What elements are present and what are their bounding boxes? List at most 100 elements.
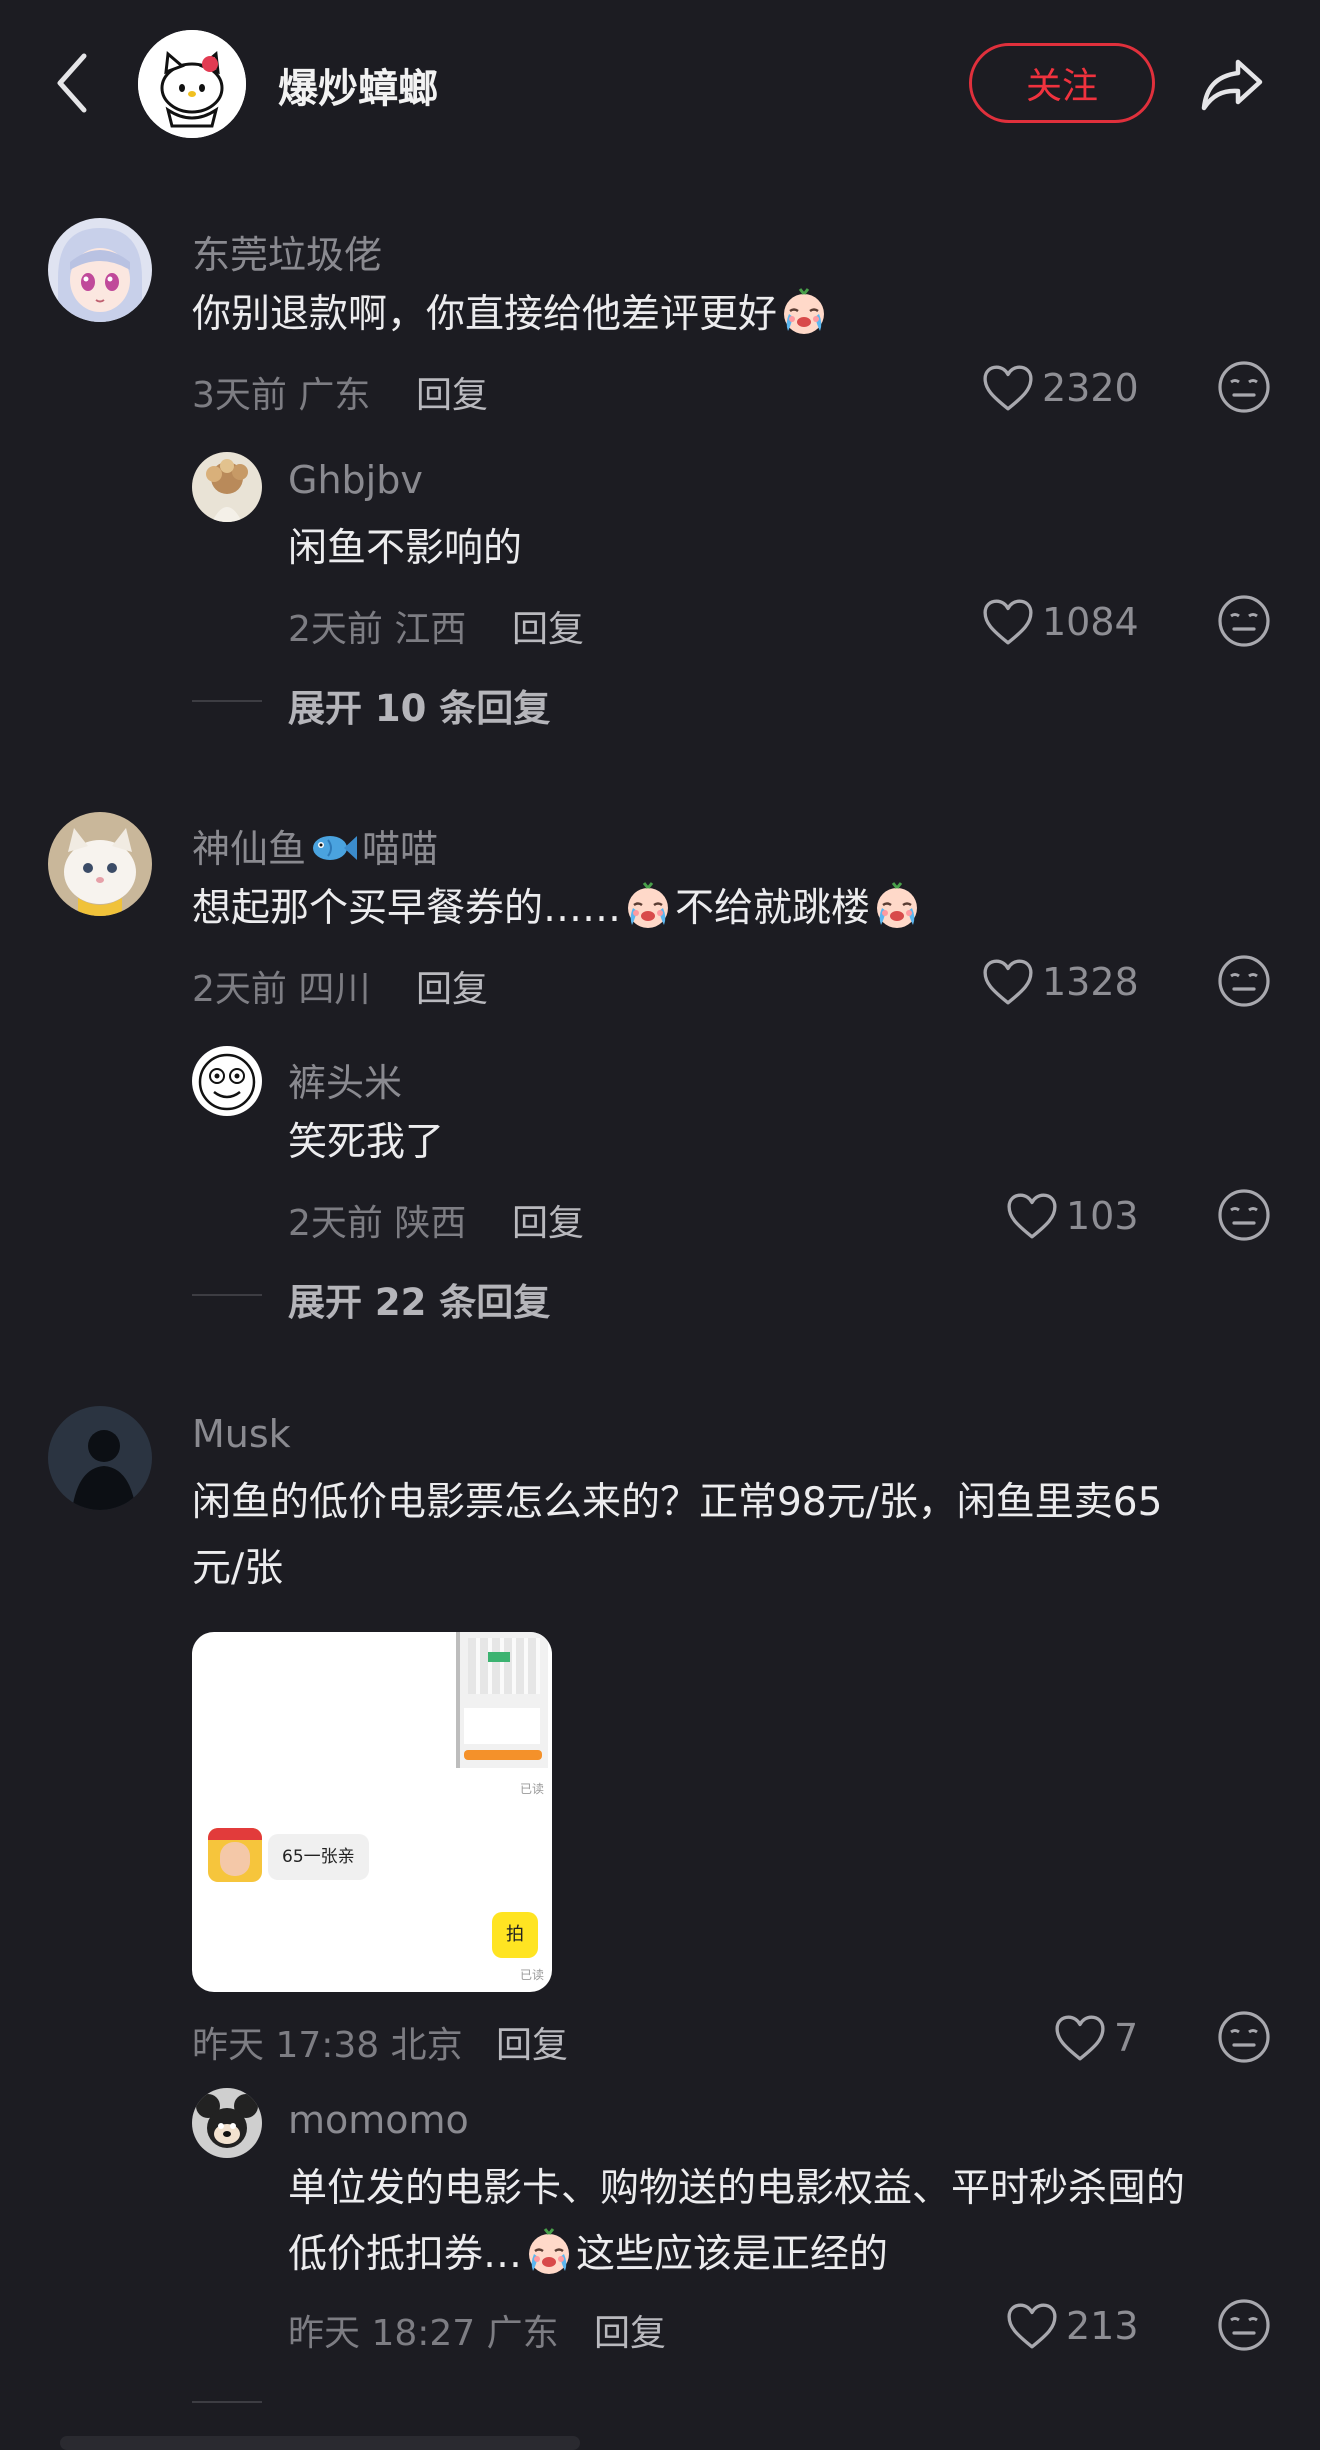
back-icon[interactable] bbox=[48, 48, 98, 118]
comment-location: 四川 bbox=[298, 969, 371, 1010]
reply-username[interactable]: 裤头米 bbox=[288, 1052, 402, 1107]
reaction-icon[interactable] bbox=[1217, 2298, 1271, 2352]
commenter-avatar[interactable] bbox=[48, 218, 152, 322]
like-button[interactable]: 103 bbox=[1006, 1188, 1139, 1244]
screenshot-thumbnail bbox=[456, 1632, 548, 1768]
like-button[interactable]: 2320 bbox=[982, 360, 1139, 416]
share-icon[interactable] bbox=[1198, 48, 1268, 118]
reply-button[interactable]: 回复 bbox=[496, 2016, 568, 2068]
seller-avatar-face bbox=[220, 1842, 250, 1876]
like-count: 1328 bbox=[1042, 960, 1139, 1004]
expand-divider bbox=[192, 700, 262, 702]
comment-image[interactable]: 已读 65一张亲 拍 已读 bbox=[192, 1632, 552, 1992]
reaction-icon[interactable] bbox=[1217, 360, 1271, 414]
reaction-icon[interactable] bbox=[1217, 594, 1271, 648]
reply-text-line1: 单位发的电影卡、购物送的电影权益、平时秒杀囤的 bbox=[288, 2166, 1186, 2211]
reply-text: 闲鱼不影响的 bbox=[288, 526, 523, 571]
order-button bbox=[464, 1750, 542, 1760]
reply-button[interactable]: 回复 bbox=[416, 960, 488, 1012]
reply-username[interactable]: momomo bbox=[288, 2098, 469, 2142]
hello-kitty-avatar-icon bbox=[138, 30, 246, 138]
crying-emoji-icon bbox=[623, 881, 673, 931]
reply-location: 江西 bbox=[394, 609, 467, 650]
comment-time: 2天前 bbox=[192, 969, 287, 1010]
comment-username[interactable]: Musk bbox=[192, 1412, 291, 1456]
comment-time: 昨天 17:38 bbox=[192, 2025, 380, 2066]
heart-icon bbox=[1006, 1192, 1058, 1240]
like-count: 1084 bbox=[1042, 600, 1139, 644]
comment-text: 你别退款啊，你直接给他差评更好 bbox=[192, 282, 831, 348]
reply-location: 陕西 bbox=[394, 1203, 467, 1244]
comment-location: 北京 bbox=[390, 2025, 463, 2066]
crying-emoji-icon bbox=[524, 2227, 574, 2277]
chat-bubble-sent: 拍 bbox=[492, 1912, 538, 1958]
reply-meta: 昨天 18:27 广东 bbox=[288, 2304, 559, 2356]
follow-button[interactable]: 关注 bbox=[969, 43, 1155, 123]
replier-avatar[interactable] bbox=[192, 1046, 262, 1116]
page-avatar[interactable] bbox=[138, 30, 246, 138]
like-button[interactable]: 1328 bbox=[982, 954, 1139, 1010]
expand-divider bbox=[192, 1294, 262, 1296]
reply-location: 广东 bbox=[486, 2313, 559, 2354]
chat-bubble-received: 65一张亲 bbox=[268, 1834, 369, 1880]
reply-meta: 2天前 陕西 bbox=[288, 1194, 466, 1246]
page-title: 爆炒蟑螂 bbox=[278, 66, 438, 112]
commenter-avatar[interactable] bbox=[48, 812, 152, 916]
fish-emoji-icon bbox=[313, 836, 358, 860]
reply-time: 2天前 bbox=[288, 1203, 383, 1244]
comment-meta: 3天前 广东 bbox=[192, 366, 370, 418]
comment-username[interactable]: 东莞垃圾佬 bbox=[192, 224, 382, 279]
reply-time: 2天前 bbox=[288, 609, 383, 650]
reply-button[interactable]: 回复 bbox=[416, 366, 488, 418]
reply-button[interactable]: 回复 bbox=[512, 600, 584, 652]
comment-text: 想起那个买早餐券的…… 不给就跳楼 bbox=[192, 876, 924, 942]
reply-text: 笑死我了 bbox=[288, 1120, 445, 1165]
like-button[interactable]: 7 bbox=[1054, 2010, 1138, 2066]
flowers-avatar-icon bbox=[192, 452, 262, 522]
seller-avatar-banner bbox=[208, 1828, 262, 1840]
reply-time: 昨天 18:27 bbox=[288, 2313, 476, 2354]
reply-meta: 2天前 江西 bbox=[288, 600, 466, 652]
commenter-avatar[interactable] bbox=[48, 1406, 152, 1510]
heart-icon bbox=[982, 958, 1034, 1006]
comment-username[interactable]: 神仙鱼 喵喵 bbox=[192, 818, 438, 873]
top-bar: 爆炒蟑螂 关注 bbox=[0, 0, 1320, 170]
comment-text-line1: 闲鱼的低价电影票怎么来的？正常98元/张，闲鱼里卖65 bbox=[192, 1480, 1163, 1525]
heart-icon bbox=[1054, 2014, 1106, 2062]
selected-seats bbox=[488, 1652, 510, 1662]
like-button[interactable]: 213 bbox=[1006, 2298, 1139, 2354]
comment-meta: 昨天 17:38 北京 bbox=[192, 2016, 463, 2068]
seat-map bbox=[468, 1638, 540, 1694]
heart-icon bbox=[982, 598, 1034, 646]
comment-meta: 2天前 四川 bbox=[192, 960, 370, 1012]
comment-time: 3天前 bbox=[192, 375, 287, 416]
expand-replies-button[interactable]: 展开 22 条回复 bbox=[288, 1272, 550, 1326]
comment-text-line2: 元/张 bbox=[192, 1546, 284, 1591]
reaction-icon[interactable] bbox=[1217, 2010, 1271, 2064]
mouse-avatar-icon bbox=[192, 2088, 262, 2158]
comment-location: 广东 bbox=[298, 375, 371, 416]
heart-icon bbox=[982, 364, 1034, 412]
like-count: 7 bbox=[1114, 2016, 1139, 2060]
reply-button[interactable]: 回复 bbox=[594, 2304, 666, 2356]
anime-girl-avatar-icon bbox=[48, 218, 152, 322]
crying-emoji-icon bbox=[779, 287, 829, 337]
reply-button[interactable]: 回复 bbox=[512, 1194, 584, 1246]
reply-text-line2: 低价抵扣券… 这些应该是正经的 bbox=[288, 2222, 888, 2288]
reply-username[interactable]: Ghbjbv bbox=[288, 458, 423, 502]
like-button[interactable]: 1084 bbox=[982, 594, 1139, 650]
replier-avatar[interactable] bbox=[192, 2088, 262, 2158]
crying-emoji-icon bbox=[872, 881, 922, 931]
silhouette-avatar-icon bbox=[48, 1406, 152, 1510]
expand-replies-button[interactable]: 展开 10 条回复 bbox=[288, 678, 550, 732]
cat-avatar-icon bbox=[48, 812, 152, 916]
read-label: 已读 bbox=[519, 1968, 544, 1982]
replier-avatar[interactable] bbox=[192, 452, 262, 522]
like-count: 103 bbox=[1066, 1194, 1139, 1238]
meme-face-avatar-icon bbox=[192, 1046, 262, 1116]
reaction-icon[interactable] bbox=[1217, 1188, 1271, 1242]
like-count: 213 bbox=[1066, 2304, 1139, 2348]
heart-icon bbox=[1006, 2302, 1058, 2350]
reaction-icon[interactable] bbox=[1217, 954, 1271, 1008]
order-info bbox=[464, 1708, 540, 1744]
